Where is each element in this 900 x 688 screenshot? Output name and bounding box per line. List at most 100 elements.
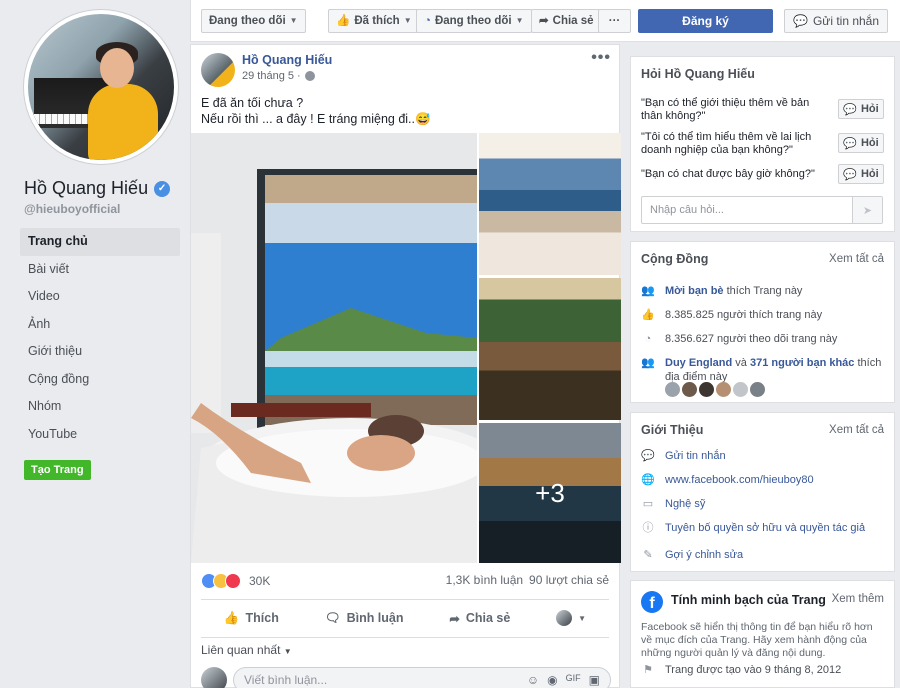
community-title: Cộng Đồng	[641, 252, 709, 266]
post-as-selector[interactable]: ▼	[556, 610, 586, 626]
about-copyright-row: ⓘ Tuyên bố quyền sở hữu và quyền tác giả	[641, 521, 886, 535]
about-category-row: ▭ Nghệ sỹ	[641, 497, 886, 511]
small-avatar	[556, 610, 573, 626]
post-text-line1: E đã ăn tối chưa ?	[201, 96, 304, 110]
friend-avatar[interactable]	[665, 382, 680, 397]
messenger-icon: 💬	[641, 450, 655, 462]
chevron-down-icon: ▼	[578, 613, 587, 623]
profile-photo	[28, 14, 174, 160]
post-photo-main[interactable]	[191, 133, 477, 563]
invite-suffix: thích Trang này	[726, 285, 803, 297]
comment-placeholder: Viết bình luận...	[244, 673, 328, 687]
globe-icon	[304, 71, 315, 81]
friend-avatar[interactable]	[750, 382, 765, 397]
nav-item-home[interactable]: Trang chủ	[20, 228, 180, 256]
profile-picture[interactable]	[24, 10, 178, 164]
liked-button[interactable]: 👍 Đã thích ▼	[328, 9, 420, 33]
ask-button-2[interactable]: 💬 Hỏi	[838, 133, 884, 153]
ask-question-1: "Bạn có thể giới thiệu thêm về bản thân …	[641, 97, 810, 122]
nav-item-photos[interactable]: Ảnh	[20, 311, 180, 339]
signup-button[interactable]: Đăng ký	[638, 9, 773, 33]
emoji-icon[interactable]: ☺	[527, 673, 539, 687]
create-page-button[interactable]: Tạo Trang	[24, 460, 91, 480]
nav-item-videos[interactable]: Video	[20, 283, 180, 311]
community-see-all[interactable]: Xem tất cả	[829, 253, 884, 265]
post-photo-4[interactable]: +3	[479, 423, 621, 563]
comment-button[interactable]: 🗨 Bình luận	[325, 611, 404, 626]
comment-icon: 🗨	[324, 610, 341, 625]
send-message-button[interactable]: 💬 Gửi tin nhắn	[784, 9, 889, 33]
ask-label: Hỏi	[860, 137, 879, 149]
share-count[interactable]: 90 lượt chia sẻ	[529, 573, 609, 587]
created-date-row: ⚑ Trang được tạo vào 9 tháng 8, 2012	[641, 663, 886, 677]
nav-item-groups[interactable]: Nhóm	[20, 393, 180, 421]
about-suggest-row: ✎ Gợi ý chỉnh sửa	[641, 548, 886, 562]
about-card: Giới Thiệu Xem tất cả 💬 Gửi tin nhắn 🌐 w…	[630, 412, 895, 572]
gif-icon[interactable]: GIF	[566, 673, 581, 687]
comment-input[interactable]: Viết bình luận... ☺ ◉ GIF ▣	[233, 667, 611, 688]
commenter-avatar	[201, 667, 227, 688]
transparency-see-more[interactable]: Xem thêm	[832, 593, 884, 605]
ask-question-input[interactable]: Nhập câu hỏi... ➤	[641, 196, 883, 224]
comment-sort-label: Liên quan nhất	[201, 643, 281, 657]
like-label: Thích	[245, 611, 279, 625]
friend-avatar[interactable]	[682, 382, 697, 397]
messenger-icon: 💬	[843, 103, 857, 116]
about-suggest-link[interactable]: Gợi ý chỉnh sửa	[665, 548, 743, 562]
follow-settings-button[interactable]: ◔ Đang theo dõi ▼	[416, 9, 532, 33]
ask-input-placeholder: Nhập câu hỏi...	[650, 204, 724, 216]
page-nav: Trang chủ Bài viết Video Ảnh Giới thiệu …	[20, 228, 180, 448]
nav-item-youtube[interactable]: YouTube	[20, 421, 180, 449]
transparency-title: Tính minh bạch của Trang	[671, 593, 826, 607]
comment-count[interactable]: 1,3K bình luận	[446, 573, 523, 587]
love-reaction-icon	[225, 573, 241, 589]
messenger-icon: 💬	[843, 137, 857, 150]
share-icon: ➦	[449, 611, 460, 626]
friend-avatar[interactable]	[716, 382, 731, 397]
ask-button-3[interactable]: 💬 Hỏi	[838, 164, 884, 184]
page-title[interactable]: Hồ Quang Hiếu ✓	[24, 178, 171, 199]
nav-item-about[interactable]: Giới thiệu	[20, 338, 180, 366]
ask-label: Hỏi	[860, 168, 879, 180]
ask-button-1[interactable]: 💬 Hỏi	[838, 99, 884, 119]
page-handle[interactable]: @hieuboyofficial	[24, 202, 120, 216]
friend-name-link[interactable]: Duy England	[665, 357, 732, 369]
friend-mid: và	[735, 357, 747, 369]
about-copyright-link[interactable]: Tuyên bố quyền sở hữu và quyền tác giả	[665, 521, 865, 535]
friends-icon: 👥	[641, 357, 655, 369]
share-button[interactable]: ➦ Chia sẻ	[449, 611, 510, 626]
about-message-link[interactable]: Gửi tin nhắn	[665, 449, 726, 463]
rss-icon: ◔	[424, 15, 431, 27]
share-page-label: Chia sẻ	[552, 15, 594, 27]
engagement-counts: 1,3K bình luận 90 lượt chia sẻ	[446, 573, 609, 587]
reaction-summary[interactable]: 30K	[201, 573, 270, 589]
friends-like-row: 👥 Duy England và 371 người bạn khác thíc…	[641, 356, 886, 384]
like-button[interactable]: 👍 Thích	[224, 611, 279, 626]
reaction-icons	[201, 573, 241, 589]
nav-item-posts[interactable]: Bài viết	[20, 256, 180, 284]
other-friends-link[interactable]: 371 người bạn khác	[750, 357, 854, 369]
invite-friends-link[interactable]: Mời bạn bè	[665, 285, 724, 297]
sticker-icon[interactable]: ▣	[589, 673, 600, 687]
share-page-button[interactable]: ➦ Chia sẻ	[531, 9, 602, 33]
flag-icon: ⚑	[643, 664, 653, 676]
post-author-name[interactable]: Hồ Quang Hiếu	[242, 53, 332, 67]
liked-label: Đã thích	[354, 15, 400, 27]
send-icon[interactable]: ➤	[852, 197, 882, 223]
about-website-link[interactable]: www.facebook.com/hieuboy80	[665, 473, 814, 487]
post-timestamp[interactable]: 29 tháng 5 ·	[242, 70, 315, 82]
following-button[interactable]: Đang theo dõi ▼	[201, 9, 306, 33]
post-options-icon[interactable]: •••	[591, 49, 611, 67]
more-options-button[interactable]: ···	[598, 9, 631, 33]
friend-avatar[interactable]	[733, 382, 748, 397]
nav-item-community[interactable]: Cộng đồng	[20, 366, 180, 394]
friend-avatar[interactable]	[699, 382, 714, 397]
about-category-link[interactable]: Nghệ sỹ	[665, 497, 705, 511]
post-photo-3[interactable]	[479, 278, 621, 420]
post-photo-2[interactable]	[479, 133, 621, 275]
transparency-card: f Tính minh bạch của Trang Xem thêm Face…	[630, 580, 895, 688]
post-author-avatar[interactable]	[201, 53, 235, 87]
camera-icon[interactable]: ◉	[547, 673, 557, 687]
about-see-all[interactable]: Xem tất cả	[829, 424, 884, 436]
comment-sort-dropdown[interactable]: Liên quan nhất ▼	[201, 643, 292, 657]
